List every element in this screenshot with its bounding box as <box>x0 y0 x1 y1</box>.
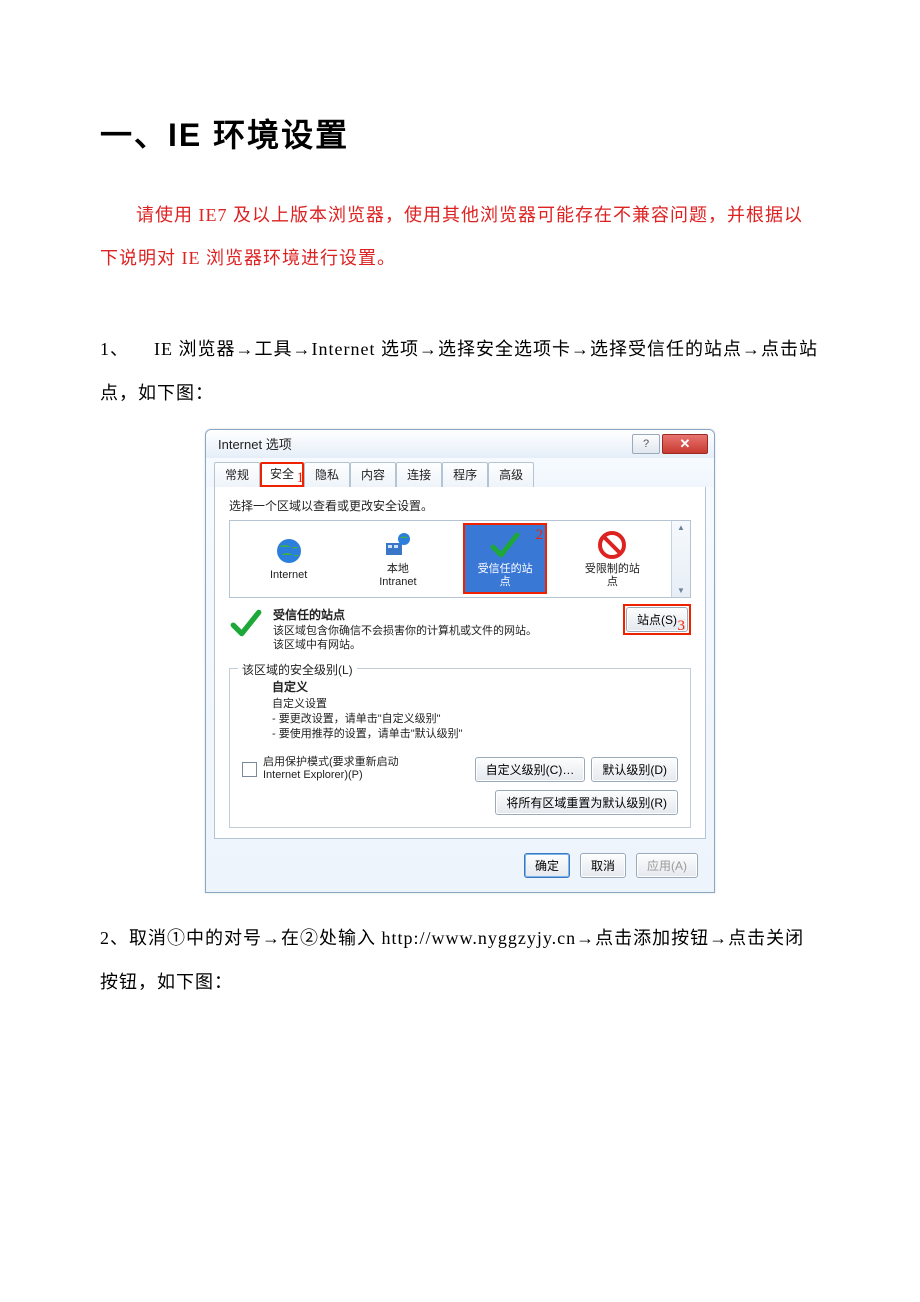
zone-trusted-l1: 受信任的站 <box>478 563 533 576</box>
trusted-desc2: 该区域中有网站。 <box>273 639 537 653</box>
zone-scrollbar[interactable]: ▲ ▼ <box>671 521 690 597</box>
zone-intranet-l1: 本地 <box>387 563 409 576</box>
step-2: 2、取消①中的对号→在②处输入 http://www.nyggzyjy.cn→点… <box>100 917 820 1003</box>
custom-level-button[interactable]: 自定义级别(C)… <box>475 757 586 782</box>
tab-general[interactable]: 常规 <box>214 462 260 487</box>
apply-button[interactable]: 应用(A) <box>636 853 698 878</box>
tab-connections[interactable]: 连接 <box>396 462 442 487</box>
zone-description: 受信任的站点 该区域包含你确信不会损害你的计算机或文件的网站。 该区域中有网站。… <box>229 606 691 653</box>
zone-trusted[interactable]: 受信任的站 点 2 <box>463 523 547 594</box>
default-level-button[interactable]: 默认级别(D) <box>591 757 678 782</box>
ok-button[interactable]: 确定 <box>524 853 570 878</box>
tab-security-label: 安全 <box>270 467 294 481</box>
dialog-footer: 确定 取消 应用(A) <box>206 839 714 892</box>
step-1-text: IE 浏览器→工具→Internet 选项→选择安全选项卡→选择受信任的站点→点… <box>100 339 818 402</box>
section-heading: 一、IE 环境设置 <box>100 110 820 156</box>
internet-options-dialog: Internet 选项 ? ✕ 常规 安全 1 隐私 内容 连接 程序 高级 选 <box>205 429 715 894</box>
annotation-3: 3 <box>678 618 686 635</box>
tab-content[interactable]: 内容 <box>350 462 396 487</box>
dialog-title: Internet 选项 <box>218 434 632 453</box>
close-button[interactable]: ✕ <box>662 434 708 454</box>
step-1-num: 1、 <box>100 328 154 371</box>
scroll-up-icon: ▲ <box>677 521 685 534</box>
prohibited-icon <box>596 529 628 561</box>
reset-all-button[interactable]: 将所有区域重置为默认级别(R) <box>495 790 678 815</box>
protected-l2: Internet Explorer)(P) <box>263 769 363 781</box>
step-2-text: 取消①中的对号→在②处输入 http://www.nyggzyjy.cn→点击添… <box>100 928 804 991</box>
globe-icon <box>273 535 305 567</box>
checkmark-large-icon <box>229 606 263 640</box>
trusted-title: 受信任的站点 <box>273 606 537 623</box>
help-button[interactable]: ? <box>632 434 660 454</box>
tab-privacy[interactable]: 隐私 <box>304 462 350 487</box>
zone-intranet[interactable]: 本地 Intranet <box>354 525 442 592</box>
custom-l2: - 要更改设置，请单击"自定义级别" <box>272 712 678 727</box>
scroll-down-icon: ▼ <box>677 584 685 597</box>
checkmark-icon <box>489 529 521 561</box>
annotation-1: 1 <box>297 470 305 487</box>
zone-restricted-l2: 点 <box>607 576 618 589</box>
sites-button-highlight: 站点(S) 3 <box>623 604 691 635</box>
intranet-icon <box>382 529 414 561</box>
step-1: 1、IE 浏览器→工具→Internet 选项→选择安全选项卡→选择受信任的站点… <box>100 328 820 414</box>
annotation-2: 2 <box>536 527 544 544</box>
cancel-button[interactable]: 取消 <box>580 853 626 878</box>
tab-strip: 常规 安全 1 隐私 内容 连接 程序 高级 <box>206 458 714 487</box>
trusted-desc1: 该区域包含你确信不会损害你的计算机或文件的网站。 <box>273 625 537 639</box>
tab-advanced[interactable]: 高级 <box>488 462 534 487</box>
custom-l1: 自定义设置 <box>272 697 678 712</box>
security-level-legend: 该区域的安全级别(L) <box>238 661 357 678</box>
zone-list: Internet 本地 Intranet <box>229 520 691 598</box>
protected-mode-label: 启用保护模式(要求重新启动 Internet Explorer)(P) <box>263 756 399 782</box>
zone-internet[interactable]: Internet <box>245 531 333 586</box>
protected-l1: 启用保护模式(要求重新启动 <box>263 756 399 768</box>
tab-security[interactable]: 安全 1 <box>260 462 304 487</box>
zone-trusted-l2: 点 <box>500 576 511 589</box>
protected-mode-checkbox[interactable] <box>242 762 257 777</box>
step-2-num: 2、 <box>100 928 129 948</box>
security-panel: 选择一个区域以查看或更改安全设置。 Internet <box>214 487 706 840</box>
zone-prompt: 选择一个区域以查看或更改安全设置。 <box>229 497 691 514</box>
tab-programs[interactable]: 程序 <box>442 462 488 487</box>
custom-title: 自定义 <box>272 679 678 695</box>
zone-internet-label: Internet <box>270 569 307 582</box>
security-level-group: 该区域的安全级别(L) 自定义 自定义设置 - 要更改设置，请单击"自定义级别"… <box>229 668 691 828</box>
zone-restricted[interactable]: 受限制的站 点 <box>568 525 656 592</box>
dialog-titlebar: Internet 选项 ? ✕ <box>206 430 714 458</box>
intro-paragraph: 请使用 IE7 及以上版本浏览器，使用其他浏览器可能存在不兼容问题，并根据以下说… <box>100 194 820 280</box>
zone-intranet-l2: Intranet <box>379 576 416 589</box>
custom-l3: - 要使用推荐的设置，请单击"默认级别" <box>272 727 678 742</box>
zone-restricted-l1: 受限制的站 <box>585 563 640 576</box>
close-icon: ✕ <box>680 436 691 452</box>
